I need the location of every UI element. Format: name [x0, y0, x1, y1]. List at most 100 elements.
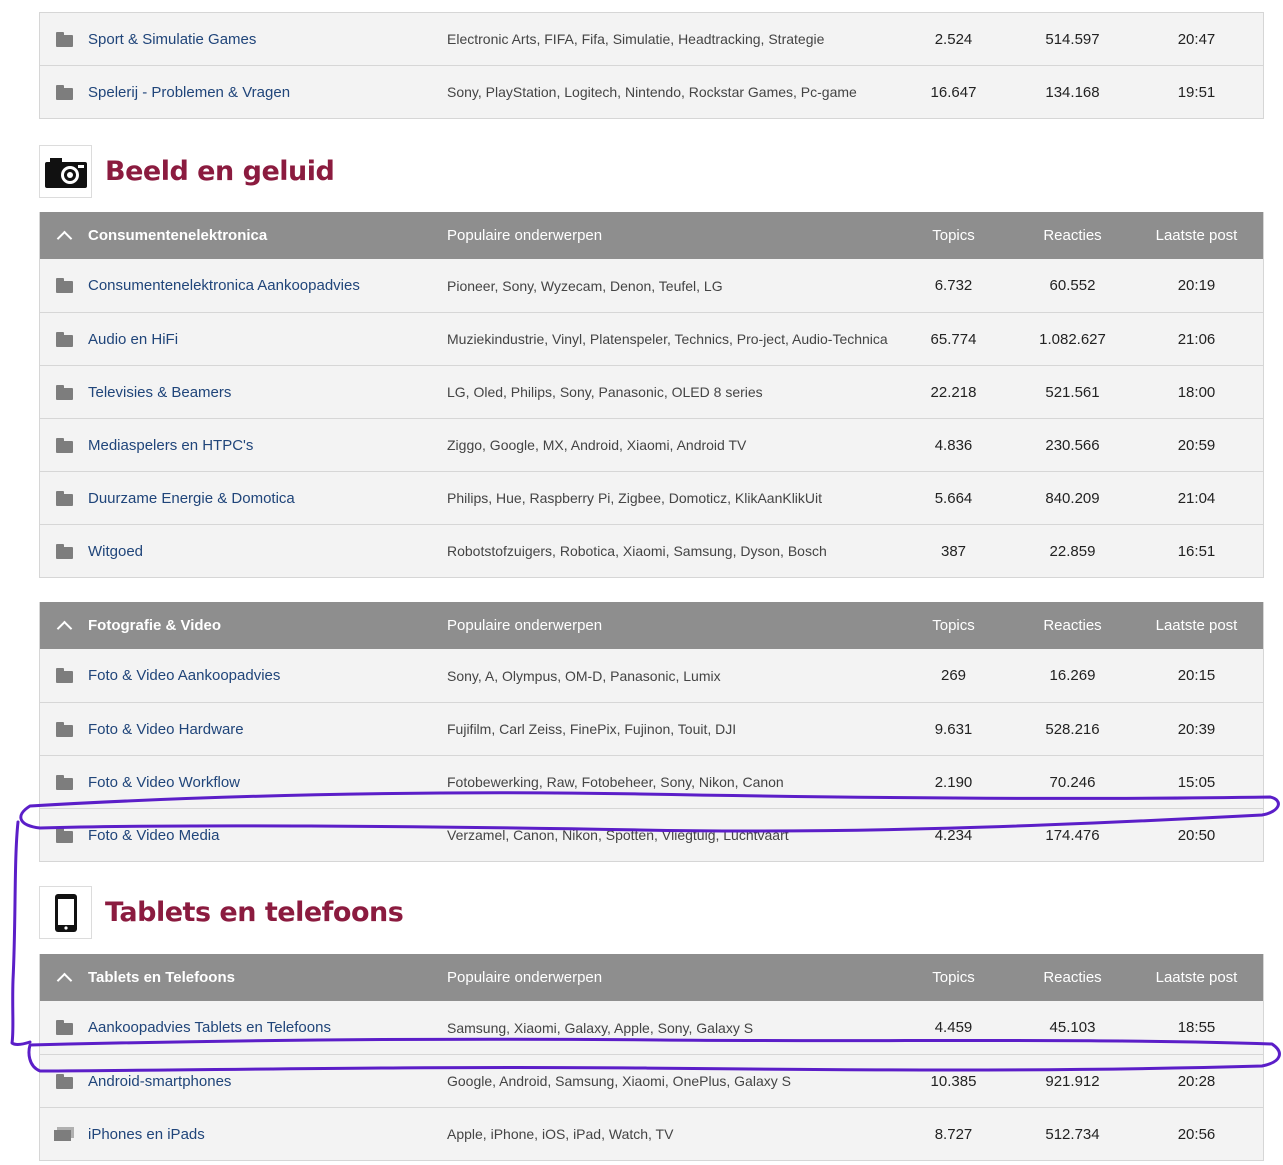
- reacties-count: 45.103: [1049, 1019, 1096, 1036]
- reacties-count: 16.269: [1049, 667, 1096, 684]
- topics-count: 9.631: [934, 720, 973, 738]
- topics-count: 22.218: [930, 383, 977, 401]
- popular-topics: Samsung, Xiaomi, Galaxy, Apple, Sony, Ga…: [447, 1019, 754, 1036]
- popular-topics: Ziggo, Google, MX, Android, Xiaomi, Andr…: [447, 437, 747, 453]
- folder-icon: [55, 84, 73, 100]
- forum-link[interactable]: Foto & Video Aankoopadvies: [88, 667, 447, 684]
- category-title[interactable]: Tablets en Telefoons: [88, 969, 447, 986]
- forum-row[interactable]: Consumentenelektronica Aankoopadvies Pio…: [40, 259, 1263, 312]
- forum-row[interactable]: Android-smartphones Google, Android, Sam…: [40, 1054, 1263, 1107]
- forum-link[interactable]: Foto & Video Workflow: [88, 774, 447, 791]
- reacties-count: 528.216: [1045, 720, 1100, 738]
- column-header-reacties: Reacties: [1043, 617, 1102, 634]
- folders-icon: [54, 1127, 74, 1141]
- folder-icon: [55, 437, 73, 453]
- last-post-time[interactable]: 18:00: [1140, 384, 1253, 401]
- last-post-time[interactable]: 20:28: [1140, 1073, 1253, 1090]
- reacties-count: 70.246: [1049, 773, 1096, 791]
- chevron-up-icon[interactable]: [56, 972, 72, 989]
- forum-link[interactable]: Android-smartphones: [88, 1073, 447, 1090]
- forum-row[interactable]: Sport & Simulatie Games Electronic Arts,…: [40, 12, 1263, 65]
- forum-row[interactable]: Televisies & Beamers LG, Oled, Philips, …: [40, 365, 1263, 418]
- forum-row[interactable]: Spelerij - Problemen & Vragen Sony, Play…: [40, 65, 1263, 118]
- forum-row[interactable]: Witgoed Robotstofzuigers, Robotica, Xiao…: [40, 524, 1263, 577]
- topics-count: 65.774: [930, 330, 977, 348]
- forum-link[interactable]: Witgoed: [88, 543, 447, 560]
- forum-row[interactable]: Mediaspelers en HTPC's Ziggo, Google, MX…: [40, 418, 1263, 471]
- topics-count: 10.385: [930, 1072, 977, 1090]
- topics-count: 387: [940, 542, 967, 560]
- table-header[interactable]: Fotografie & Video Populaire onderwerpen…: [40, 602, 1263, 649]
- forum-row[interactable]: iPhones en iPads Apple, iPhone, iOS, iPa…: [40, 1107, 1263, 1160]
- last-post-time[interactable]: 20:19: [1140, 277, 1253, 294]
- topics-count: 269: [940, 667, 967, 684]
- fotografie-video-table: Fotografie & Video Populaire onderwerpen…: [39, 602, 1264, 862]
- reacties-count: 840.209: [1045, 489, 1100, 507]
- popular-topics: Verzamel, Canon, Nikon, Spotten, Vliegtu…: [447, 827, 789, 843]
- column-header-topics: Topics: [932, 969, 975, 986]
- forum-row[interactable]: Foto & Video Workflow Fotobewerking, Raw…: [40, 755, 1263, 808]
- folder-icon: [55, 1073, 73, 1089]
- last-post-time[interactable]: 15:05: [1140, 774, 1253, 791]
- popular-topics: Apple, iPhone, iOS, iPad, Watch, TV: [447, 1126, 674, 1142]
- forum-row[interactable]: Foto & Video Hardware Fujifilm, Carl Zei…: [40, 702, 1263, 755]
- forum-row[interactable]: Foto & Video Aankoopadvies Sony, A, Olym…: [40, 649, 1263, 702]
- last-post-time[interactable]: 20:47: [1140, 31, 1253, 48]
- forum-link[interactable]: Duurzame Energie & Domotica: [88, 490, 447, 507]
- forum-link[interactable]: Audio en HiFi: [88, 331, 447, 348]
- category-title[interactable]: Fotografie & Video: [88, 617, 447, 634]
- topics-count: 6.732: [934, 277, 973, 294]
- forum-link[interactable]: Sport & Simulatie Games: [88, 31, 447, 48]
- chevron-up-icon[interactable]: [56, 620, 72, 637]
- popular-topics: Pioneer, Sony, Wyzecam, Denon, Teufel, L…: [447, 277, 723, 294]
- forum-table: Sport & Simulatie Games Electronic Arts,…: [39, 12, 1264, 119]
- last-post-time[interactable]: 20:15: [1140, 667, 1253, 684]
- topics-count: 5.664: [934, 489, 973, 507]
- forum-link[interactable]: Foto & Video Media: [88, 827, 447, 844]
- forum-row[interactable]: Foto & Video Media Verzamel, Canon, Niko…: [40, 808, 1263, 861]
- forum-link[interactable]: Consumentenelektronica Aankoopadvies: [88, 277, 447, 294]
- forum-link[interactable]: Foto & Video Hardware: [88, 721, 447, 738]
- table-header[interactable]: Tablets en Telefoons Populaire onderwerp…: [40, 954, 1263, 1001]
- topics-count: 16.647: [930, 83, 977, 101]
- last-post-time[interactable]: 18:55: [1140, 1019, 1253, 1036]
- reacties-count: 514.597: [1045, 30, 1100, 48]
- column-header-reacties: Reacties: [1043, 227, 1102, 244]
- forum-row[interactable]: Audio en HiFi Muziekindustrie, Vinyl, Pl…: [40, 312, 1263, 365]
- column-header-last-post: Laatste post: [1155, 969, 1238, 986]
- last-post-time[interactable]: 16:51: [1140, 543, 1253, 560]
- column-header-reacties: Reacties: [1043, 969, 1102, 986]
- table-header[interactable]: Consumentenelektronica Populaire onderwe…: [40, 212, 1263, 259]
- last-post-time[interactable]: 19:51: [1140, 84, 1253, 101]
- popular-topics: Fujifilm, Carl Zeiss, FinePix, Fujinon, …: [447, 721, 737, 737]
- column-header-last-post: Laatste post: [1155, 227, 1238, 244]
- forum-link[interactable]: Televisies & Beamers: [88, 384, 447, 401]
- last-post-time[interactable]: 20:59: [1140, 437, 1253, 454]
- forum-link[interactable]: Mediaspelers en HTPC's: [88, 437, 447, 454]
- reacties-count: 921.912: [1045, 1072, 1100, 1090]
- category-title[interactable]: Consumentenelektronica: [88, 227, 447, 244]
- forum-link[interactable]: Aankoopadvies Tablets en Telefoons: [88, 1019, 447, 1036]
- last-post-time[interactable]: 20:50: [1140, 827, 1253, 844]
- last-post-time[interactable]: 21:04: [1140, 490, 1253, 507]
- forum-row[interactable]: Aankoopadvies Tablets en Telefoons Samsu…: [40, 1001, 1263, 1054]
- popular-topics: Google, Android, Samsung, Xiaomi, OnePlu…: [447, 1073, 791, 1089]
- topics-count: 2.190: [934, 773, 973, 791]
- last-post-time[interactable]: 20:39: [1140, 721, 1253, 738]
- folder-icon: [55, 1020, 73, 1035]
- last-post-time[interactable]: 21:06: [1140, 331, 1253, 348]
- games-forum-table: Sport & Simulatie Games Electronic Arts,…: [39, 12, 1264, 119]
- forum-row[interactable]: Duurzame Energie & Domotica Philips, Hue…: [40, 471, 1263, 524]
- reacties-count: 134.168: [1045, 83, 1100, 101]
- forum-link[interactable]: Spelerij - Problemen & Vragen: [88, 84, 447, 101]
- last-post-time[interactable]: 20:56: [1140, 1126, 1253, 1143]
- forum-link[interactable]: iPhones en iPads: [88, 1126, 447, 1143]
- chevron-up-icon[interactable]: [56, 230, 72, 247]
- reacties-count: 60.552: [1049, 277, 1096, 294]
- column-header-topics: Topics: [932, 617, 975, 634]
- folder-icon: [55, 543, 73, 559]
- folder-icon: [55, 827, 73, 843]
- smartphone-icon: [39, 886, 92, 939]
- folder-icon: [55, 721, 73, 737]
- column-header-popular: Populaire onderwerpen: [447, 227, 603, 244]
